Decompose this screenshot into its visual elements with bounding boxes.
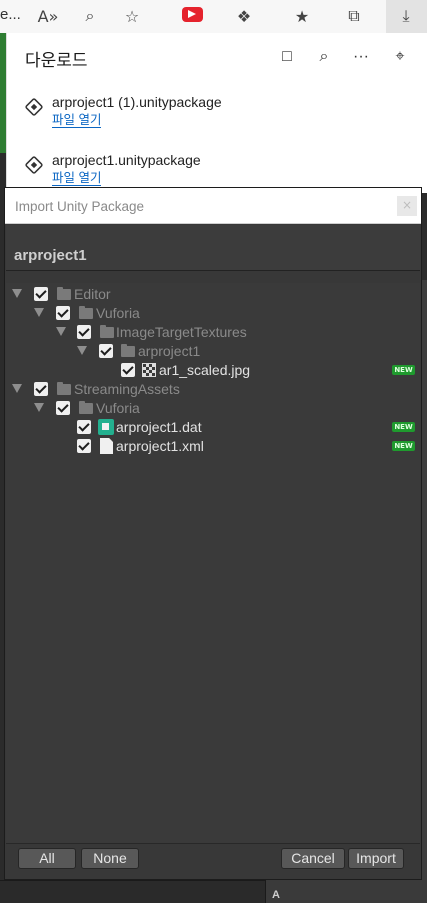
select-all-button[interactable]: All xyxy=(18,848,76,869)
dialog-titlebar[interactable]: Import Unity Package × xyxy=(5,188,421,224)
expand-arrow-icon[interactable] xyxy=(56,327,66,336)
tree-row[interactable]: ImageTargetTextures xyxy=(6,323,420,342)
checkbox[interactable] xyxy=(34,382,48,396)
tree-row[interactable]: Vuforia xyxy=(6,399,420,418)
open-file-link[interactable]: 파일 열기 xyxy=(52,171,102,186)
package-name: arproject1 xyxy=(14,247,87,264)
download-filename: arproject1.unitypackage xyxy=(52,152,201,168)
expand-arrow-icon[interactable] xyxy=(34,403,44,412)
tree-row[interactable]: StreamingAssets xyxy=(6,380,420,399)
more-options-icon[interactable]: ··· xyxy=(349,45,373,69)
cancel-button[interactable]: Cancel xyxy=(281,848,345,869)
package-tree: Editor Vuforia ImageTargetTextures arpro… xyxy=(6,283,420,843)
checkbox[interactable] xyxy=(121,363,135,377)
new-badge: NEW xyxy=(392,365,415,375)
select-none-button[interactable]: None xyxy=(81,848,139,869)
browser-toolbar: e... A» ⌕ ☆ ❖ ★ ⧉ ⤓ xyxy=(0,0,427,33)
expand-arrow-icon[interactable] xyxy=(12,289,22,298)
downloads-title: 다운로드 xyxy=(25,51,88,71)
tree-row[interactable]: Editor xyxy=(6,285,420,304)
read-aloud-icon[interactable]: A» xyxy=(36,4,60,28)
folder-icon xyxy=(121,344,135,357)
checkbox[interactable] xyxy=(77,420,91,434)
zoom-icon[interactable]: ⌕ xyxy=(78,4,102,28)
package-header: arproject1 xyxy=(6,225,420,271)
import-unity-package-dialog: Import Unity Package × arproject1 Editor… xyxy=(4,187,422,880)
dialog-footer: All None Cancel Import xyxy=(6,843,420,879)
expand-arrow-icon[interactable] xyxy=(12,384,22,393)
search-icon[interactable]: ⌕ xyxy=(312,45,336,69)
checkbox[interactable] xyxy=(77,439,91,453)
collections-icon[interactable]: ⧉ xyxy=(342,4,366,28)
text-file-icon xyxy=(100,438,113,454)
image-file-icon xyxy=(142,363,156,377)
downloads-panel: 다운로드 □ ⌕ ··· ⌖ arproject1 (1).unitypacka… xyxy=(6,33,427,193)
checkbox[interactable] xyxy=(77,325,91,339)
tree-item-label: ImageTargetTextures xyxy=(116,324,247,340)
checkbox[interactable] xyxy=(99,344,113,358)
unity-package-icon xyxy=(24,97,44,117)
folder-icon xyxy=(79,306,93,319)
folder-icon xyxy=(100,325,114,338)
tree-item-label: ar1_scaled.jpg xyxy=(159,362,251,378)
downloads-icon[interactable]: ⤓ xyxy=(394,4,418,28)
tree-row[interactable]: arproject1.xml NEW xyxy=(6,437,420,456)
bottom-panel-label: A xyxy=(272,889,280,901)
unity-editor-background xyxy=(422,280,427,900)
expand-arrow-icon[interactable] xyxy=(34,308,44,317)
checkbox[interactable] xyxy=(56,401,70,415)
folder-icon xyxy=(79,401,93,414)
tree-item-label: StreamingAssets xyxy=(74,381,180,397)
new-badge: NEW xyxy=(392,422,415,432)
dialog-title: Import Unity Package xyxy=(15,199,145,214)
tree-item-label: arproject1.dat xyxy=(116,419,202,435)
open-folder-icon[interactable]: □ xyxy=(275,45,299,69)
tab-title-fragment[interactable]: e... xyxy=(0,6,21,23)
folder-icon xyxy=(57,287,71,300)
tree-item-label: Vuforia xyxy=(96,400,140,416)
tree-item-label: Vuforia xyxy=(96,305,140,321)
youtube-extension-icon[interactable] xyxy=(182,7,203,22)
import-button[interactable]: Import xyxy=(348,848,404,869)
tree-row[interactable]: ar1_scaled.jpg NEW xyxy=(6,361,420,380)
favorites-icon[interactable]: ★ xyxy=(290,4,314,28)
tree-row[interactable]: arproject1 xyxy=(6,342,420,361)
new-badge: NEW xyxy=(392,441,415,451)
unity-package-icon xyxy=(24,155,44,175)
checkbox[interactable] xyxy=(34,287,48,301)
extensions-icon[interactable]: ❖ xyxy=(232,4,256,28)
unity-bottom-panel: A xyxy=(265,880,427,903)
tree-item-label: arproject1.xml xyxy=(116,438,204,454)
vuforia-dat-file-icon xyxy=(98,419,114,435)
tree-row[interactable]: arproject1.dat NEW xyxy=(6,418,420,437)
folder-icon xyxy=(57,382,71,395)
tree-item-label: arproject1 xyxy=(138,343,201,359)
expand-arrow-icon[interactable] xyxy=(77,346,87,355)
pin-icon[interactable]: ⌖ xyxy=(388,45,412,69)
add-favorite-icon[interactable]: ☆ xyxy=(120,4,144,28)
checkbox[interactable] xyxy=(56,306,70,320)
tree-row[interactable]: Vuforia xyxy=(6,304,420,323)
close-icon[interactable]: × xyxy=(397,196,417,216)
tree-item-label: Editor xyxy=(74,286,111,302)
download-item[interactable]: arproject1 (1).unitypackage 파일 열기 xyxy=(24,94,415,138)
download-filename: arproject1 (1).unitypackage xyxy=(52,94,222,110)
open-file-link[interactable]: 파일 열기 xyxy=(52,113,102,128)
